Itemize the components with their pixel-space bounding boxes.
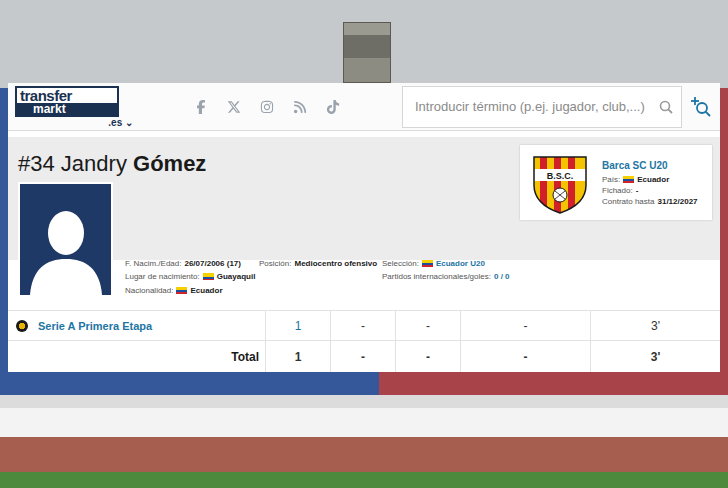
domain-select[interactable]: .es ⌄ bbox=[108, 117, 133, 128]
x-icon[interactable] bbox=[227, 100, 241, 114]
facebook-icon[interactable] bbox=[194, 100, 208, 114]
avatar-silhouette-icon bbox=[26, 199, 106, 295]
total-cell: - bbox=[395, 341, 460, 372]
club-fact: País:Ecuador bbox=[602, 175, 698, 184]
player-fact: Posición:Mediocentro ofensivo bbox=[259, 257, 382, 271]
instagram-icon[interactable] bbox=[260, 100, 274, 114]
stats-table: Serie A Primera Etapa1---3'Total1---3' bbox=[8, 310, 720, 372]
stats-row: Serie A Primera Etapa1---3' bbox=[8, 310, 720, 340]
facts-column: Selección:Ecuador U20Partidos internacio… bbox=[382, 257, 712, 298]
ecuador-flag-icon bbox=[176, 287, 187, 294]
total-row: Total1---3' bbox=[8, 340, 720, 372]
total-cell: - bbox=[460, 341, 590, 372]
social-links bbox=[194, 100, 340, 114]
search-input[interactable] bbox=[413, 98, 659, 115]
competition-cell[interactable]: Serie A Primera Etapa bbox=[8, 311, 265, 340]
ecuador-flag-icon bbox=[422, 260, 433, 267]
player-fact[interactable]: Selección:Ecuador U20 bbox=[382, 257, 712, 271]
player-facts: F. Nacim./Edad:26/07/2006 (17)Lugar de n… bbox=[125, 257, 712, 298]
page: transfermarkt.es ⌄#34 Jandry GómezB.S.C.… bbox=[0, 0, 728, 488]
ecuador-flag-icon bbox=[623, 176, 634, 183]
total-cell: 3' bbox=[590, 341, 720, 372]
player-card: transfermarkt.es ⌄#34 Jandry GómezB.S.C.… bbox=[8, 83, 720, 372]
logo-top: transfer bbox=[17, 88, 117, 103]
svg-text:B.S.C.: B.S.C. bbox=[547, 170, 574, 180]
total-cell: 1 bbox=[265, 341, 330, 372]
total-label: Total bbox=[8, 341, 265, 372]
advanced-search-icon[interactable] bbox=[690, 96, 712, 118]
player-title: #34 Jandry Gómez bbox=[18, 151, 508, 177]
total-cell: - bbox=[330, 341, 395, 372]
club-card[interactable]: B.S.C. Barca SC U20 País:Ecuador Fichado:- C… bbox=[520, 145, 712, 220]
player-fact: F. Nacim./Edad:26/07/2006 (17) bbox=[125, 257, 259, 271]
player-fact: Lugar de nacimiento:Guayaquil bbox=[125, 270, 259, 284]
player-section: #34 Jandry Gómez B.S.C. Barca SC U20 País:E… bbox=[8, 131, 720, 310]
stat-cell: 3' bbox=[590, 311, 720, 340]
search-box bbox=[402, 86, 682, 128]
header: transfermarkt.es ⌄ bbox=[8, 83, 720, 131]
player-avatar bbox=[18, 182, 113, 297]
logo[interactable]: transfermarkt.es ⌄ bbox=[15, 86, 119, 128]
stat-cell: - bbox=[460, 311, 590, 340]
facts-column: Posición:Mediocentro ofensivo bbox=[259, 257, 382, 298]
rss-icon[interactable] bbox=[293, 100, 307, 114]
club-name[interactable]: Barca SC U20 bbox=[602, 160, 698, 171]
club-fact: Fichado:- bbox=[602, 186, 698, 195]
club-logo-icon[interactable]: B.S.C. bbox=[528, 151, 592, 215]
logo-bottom: markt bbox=[17, 103, 117, 115]
player-fact: Nacionalidad:Ecuador bbox=[125, 284, 259, 298]
ecuador-flag-icon bbox=[203, 273, 214, 280]
player-fact[interactable]: Partidos internacionales/goles:0 / 0 bbox=[382, 270, 712, 284]
facts-column: F. Nacim./Edad:26/07/2006 (17)Lugar de n… bbox=[125, 257, 259, 298]
tiktok-icon[interactable] bbox=[326, 100, 340, 114]
top-photo bbox=[343, 22, 391, 83]
stat-cell: - bbox=[330, 311, 395, 340]
club-fact: Contrato hasta31/12/2027 bbox=[602, 197, 698, 206]
logo-mark[interactable]: transfermarkt bbox=[15, 86, 119, 117]
competition-icon bbox=[16, 320, 28, 332]
search-icon[interactable] bbox=[659, 100, 673, 114]
stat-cell[interactable]: 1 bbox=[265, 311, 330, 340]
stat-cell: - bbox=[395, 311, 460, 340]
